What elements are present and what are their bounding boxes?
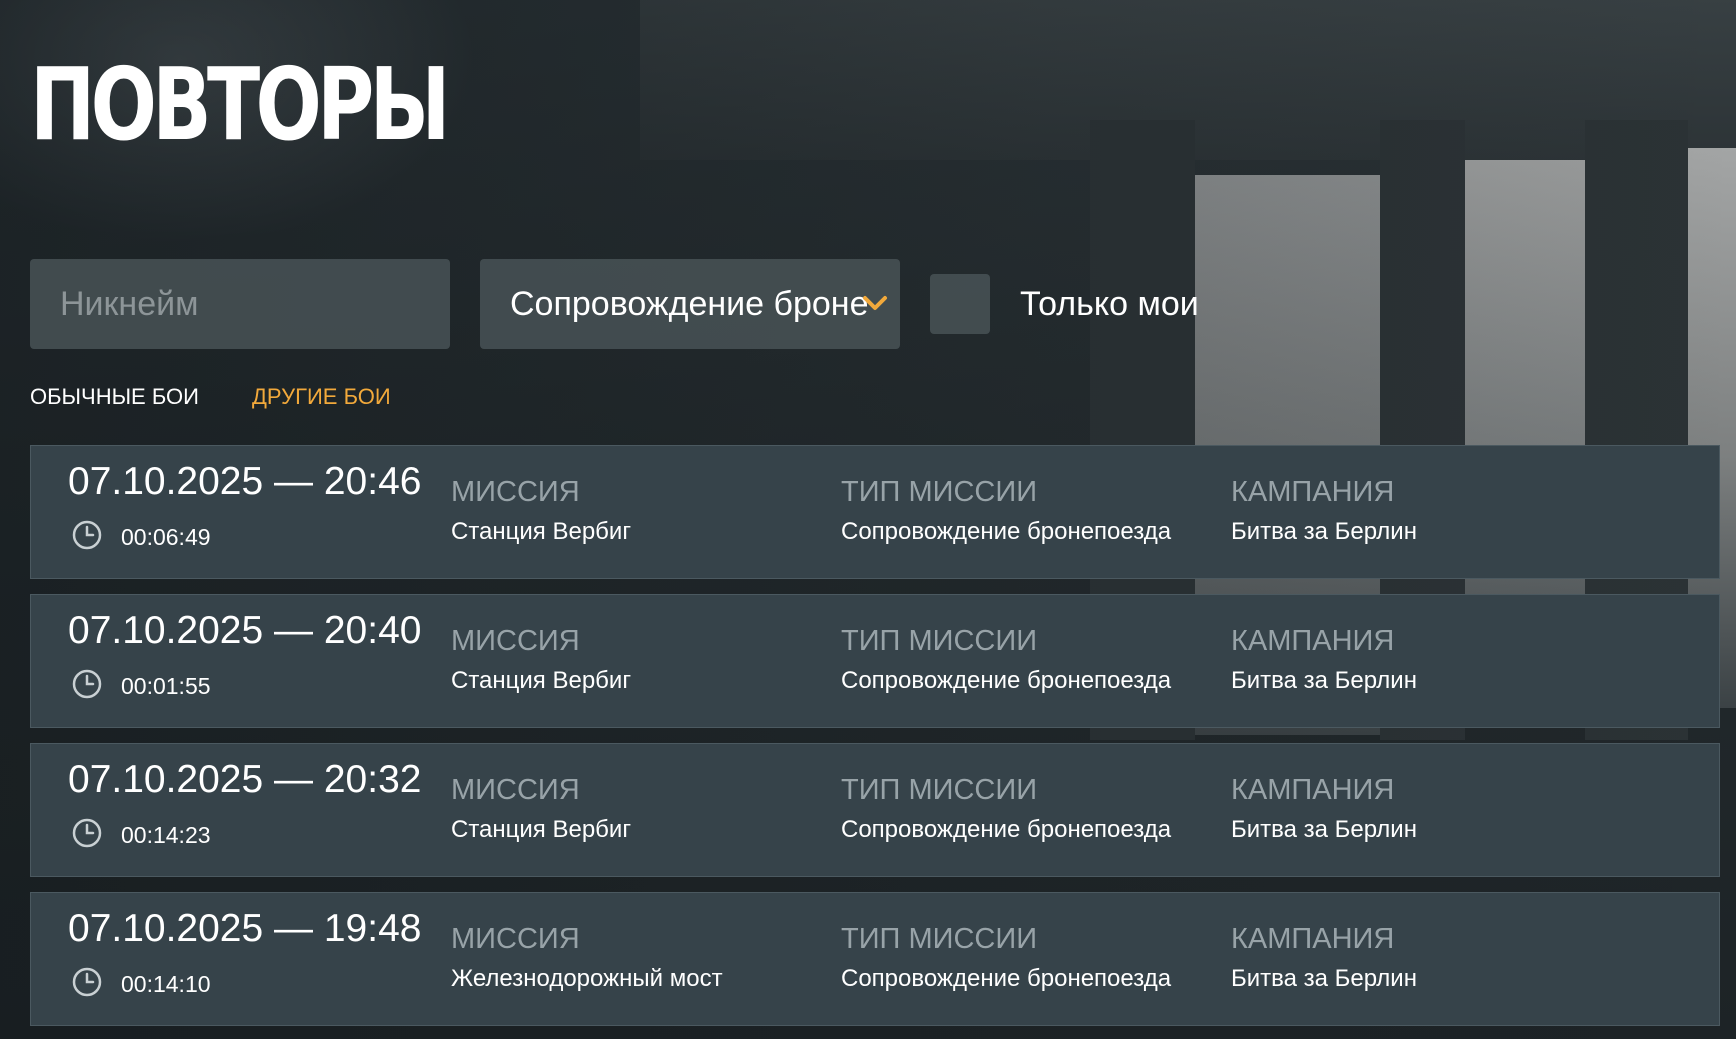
campaign-column-label: КАМПАНИЯ [1231, 923, 1395, 955]
replay-duration: 00:06:49 [121, 524, 211, 550]
mission-type-select[interactable]: Сопровождение бронепоезда [480, 259, 900, 349]
clock-icon [72, 818, 102, 848]
replay-datetime: 07.10.2025 — 20:32 [68, 758, 422, 801]
campaign-value: Битва за Берлин [1231, 667, 1417, 694]
replay-row[interactable]: 07.10.2025 — 20:40 00:01:55 МИССИЯ Станц… [30, 594, 1720, 728]
campaign-column-label: КАМПАНИЯ [1231, 476, 1395, 508]
replay-row[interactable]: 07.10.2025 — 20:32 00:14:23 МИССИЯ Станц… [30, 743, 1720, 877]
campaign-column-label: КАМПАНИЯ [1231, 625, 1395, 657]
mission-value: Железнодорожный мост [451, 965, 723, 992]
campaign-column-label: КАМПАНИЯ [1231, 774, 1395, 806]
only-mine-checkbox[interactable] [930, 274, 990, 334]
replay-row[interactable]: 07.10.2025 — 20:46 00:06:49 МИССИЯ Станц… [30, 445, 1720, 579]
mission-type-column-label: ТИП МИССИИ [841, 476, 1038, 508]
mission-type-value: Сопровождение бронепоезда [841, 965, 1172, 992]
chevron-down-icon [863, 296, 887, 310]
nickname-input[interactable] [30, 259, 450, 349]
clock-icon [72, 520, 102, 550]
mission-type-column-label: ТИП МИССИИ [841, 625, 1038, 657]
replay-list: 07.10.2025 — 20:46 00:06:49 МИССИЯ Станц… [30, 445, 1720, 1039]
mission-column-label: МИССИЯ [451, 625, 580, 657]
replay-duration: 00:14:10 [121, 971, 211, 997]
tab-other-battles[interactable]: ДРУГИЕ БОИ [252, 384, 391, 410]
replay-duration: 00:01:55 [121, 673, 211, 699]
replay-datetime: 07.10.2025 — 19:48 [68, 907, 422, 950]
mission-value: Станция Вербиг [451, 518, 632, 545]
replay-datetime: 07.10.2025 — 20:46 [68, 460, 422, 503]
campaign-value: Битва за Берлин [1231, 518, 1417, 545]
mission-type-column-label: ТИП МИССИИ [841, 923, 1038, 955]
mission-value: Станция Вербиг [451, 667, 632, 694]
only-mine-label[interactable]: Только мои [1020, 285, 1199, 324]
mission-type-value: Сопровождение бронепоезда [841, 518, 1172, 545]
mission-value: Станция Вербиг [451, 816, 632, 843]
mission-type-select-value: Сопровождение бронепоезда [510, 284, 870, 323]
mission-column-label: МИССИЯ [451, 774, 580, 806]
mission-type-value: Сопровождение бронепоезда [841, 816, 1172, 843]
page-title: ПОВТОРЫ [30, 46, 450, 163]
mission-column-label: МИССИЯ [451, 476, 580, 508]
replay-row[interactable]: 07.10.2025 — 19:48 00:14:10 МИССИЯ Желез… [30, 892, 1720, 1026]
clock-icon [72, 669, 102, 699]
replay-duration: 00:14:23 [121, 822, 211, 848]
campaign-value: Битва за Берлин [1231, 965, 1417, 992]
clock-icon [72, 967, 102, 997]
tab-regular-battles[interactable]: ОБЫЧНЫЕ БОИ [30, 384, 199, 410]
mission-type-column-label: ТИП МИССИИ [841, 774, 1038, 806]
mission-type-value: Сопровождение бронепоезда [841, 667, 1172, 694]
campaign-value: Битва за Берлин [1231, 816, 1417, 843]
mission-column-label: МИССИЯ [451, 923, 580, 955]
replay-datetime: 07.10.2025 — 20:40 [68, 609, 422, 652]
